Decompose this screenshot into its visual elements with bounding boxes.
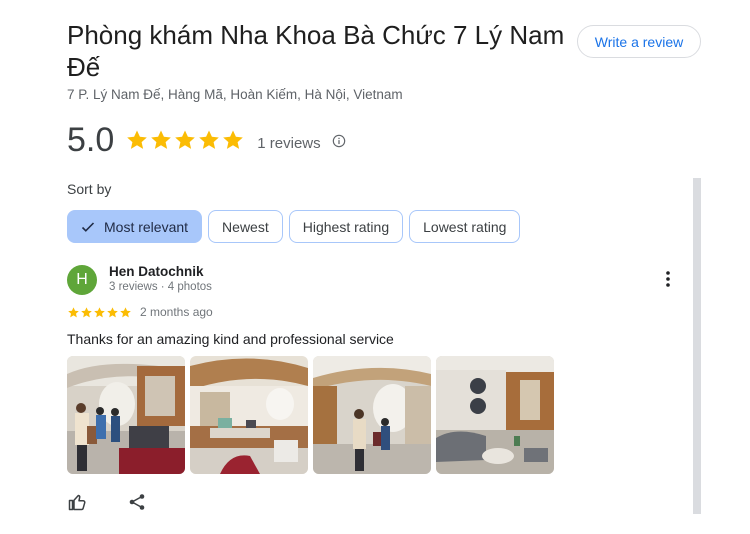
star-icon — [151, 130, 172, 149]
rating-stars — [125, 128, 245, 152]
star-icon — [223, 130, 244, 149]
sort-chip-label: Newest — [222, 218, 269, 235]
sort-chip-lowest-rating[interactable]: Lowest rating — [409, 210, 521, 243]
sort-chip-label: Lowest rating — [423, 218, 507, 235]
scrollbar-thumb[interactable] — [693, 178, 701, 514]
review-text: Thanks for an amazing kind and professio… — [67, 331, 394, 347]
star-icon — [81, 306, 92, 317]
check-icon — [81, 221, 95, 232]
review-photo[interactable] — [436, 356, 554, 474]
thumb-up-icon[interactable] — [67, 492, 87, 512]
place-address: 7 P. Lý Nam Đế, Hàng Mã, Hoàn Kiếm, Hà N… — [67, 87, 403, 102]
sort-chip-highest-rating[interactable]: Highest rating — [288, 210, 404, 243]
sort-chip-most-relevant[interactable]: Most relevant — [67, 210, 203, 243]
rating-value: 5.0 — [67, 120, 115, 159]
rating-summary: 5.0 1 reviews — [67, 118, 346, 162]
reviewer-name[interactable]: Hen Datochnik — [109, 264, 204, 279]
sort-by-label: Sort by — [67, 181, 112, 197]
more-vert-icon[interactable] — [661, 270, 675, 288]
star-icon — [107, 306, 118, 317]
place-title: Phòng khám Nha Khoa Bà Chức 7 Lý Nam Đế — [67, 20, 565, 82]
review-photo[interactable] — [313, 356, 431, 474]
review-stars: 2 months ago — [67, 305, 213, 319]
sort-chip-label: Highest rating — [302, 218, 390, 235]
avatar[interactable]: H — [67, 265, 97, 295]
review-photo[interactable] — [190, 356, 308, 474]
review-photo[interactable] — [67, 356, 185, 474]
share-icon[interactable] — [127, 492, 147, 512]
review-count: 1 reviews — [257, 134, 321, 152]
info-icon[interactable] — [332, 134, 346, 148]
star-icon — [127, 130, 148, 149]
star-icon — [94, 306, 105, 317]
write-review-button[interactable]: Write a review — [577, 25, 701, 58]
star-icon — [199, 130, 220, 149]
star-icon — [68, 306, 79, 317]
review-time: 2 months ago — [140, 305, 213, 319]
reviewer-meta: 3 reviews · 4 photos — [109, 281, 212, 293]
star-icon — [120, 306, 131, 317]
sort-chip-label: Most relevant — [104, 218, 189, 235]
sort-options: Most relevant Newest Highest rating Lowe… — [67, 210, 526, 243]
star-icon — [175, 130, 196, 149]
sort-chip-newest[interactable]: Newest — [208, 210, 283, 243]
review-photos — [67, 356, 559, 474]
